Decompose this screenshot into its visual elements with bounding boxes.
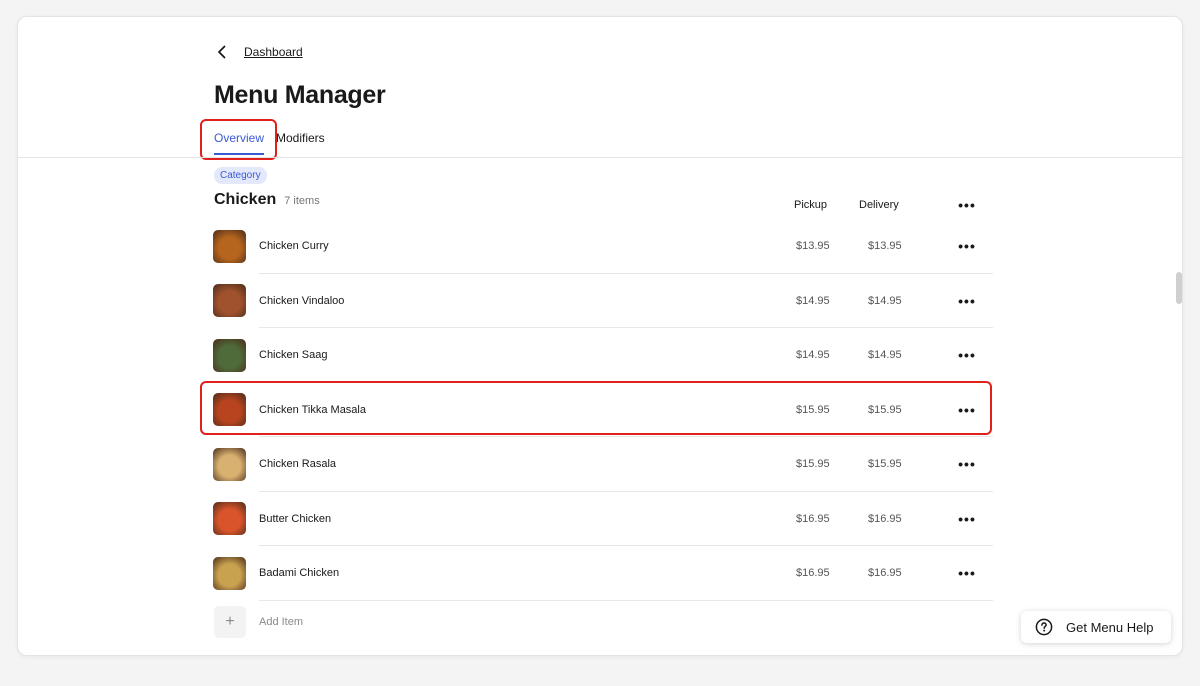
item-more-icon[interactable]: •••	[956, 347, 978, 363]
plus-icon: +	[214, 606, 246, 638]
question-circle-icon	[1035, 618, 1053, 636]
page-title: Menu Manager	[214, 81, 386, 109]
item-pickup-price: $14.95	[796, 294, 830, 307]
item-thumbnail	[213, 284, 246, 318]
item-thumbnail	[213, 393, 246, 427]
item-thumbnail	[213, 502, 246, 536]
item-delivery-price: $15.95	[868, 403, 902, 416]
menu-item-row[interactable]: Badami Chicken $16.95 $16.95 •••	[213, 546, 993, 601]
item-delivery-price: $16.95	[868, 512, 902, 525]
item-thumbnail	[213, 447, 246, 481]
category-more-icon[interactable]: •••	[956, 197, 978, 213]
item-more-icon[interactable]: •••	[956, 565, 978, 581]
item-name: Chicken Curry	[259, 240, 329, 253]
item-more-icon[interactable]: •••	[956, 511, 978, 527]
header-divider	[18, 157, 1182, 158]
item-name: Badami Chicken	[259, 567, 340, 580]
item-thumbnail	[213, 556, 246, 590]
item-delivery-price: $14.95	[868, 349, 902, 362]
column-header-delivery: Delivery	[859, 199, 899, 211]
item-pickup-price: $15.95	[796, 403, 830, 416]
item-name: Chicken Vindaloo	[259, 294, 345, 307]
item-delivery-price: $14.95	[868, 294, 902, 307]
item-delivery-price: $16.95	[868, 567, 902, 580]
breadcrumb-dashboard-link[interactable]: Dashboard	[244, 45, 303, 59]
menu-item-row[interactable]: Chicken Saag $14.95 $14.95 •••	[213, 328, 993, 383]
scrollbar-thumb[interactable]	[1176, 272, 1182, 304]
menu-manager-window: Dashboard Menu Manager Overview Modifier…	[17, 16, 1183, 656]
item-pickup-price: $13.95	[796, 240, 830, 253]
item-pickup-price: $16.95	[796, 567, 830, 580]
item-name: Chicken Tikka Masala	[259, 403, 366, 416]
item-more-icon[interactable]: •••	[956, 293, 978, 309]
menu-item-row[interactable]: Chicken Vindaloo $14.95 $14.95 •••	[213, 274, 993, 329]
help-label: Get Menu Help	[1066, 619, 1154, 635]
item-more-icon[interactable]: •••	[956, 402, 978, 418]
category-badge: Category	[214, 167, 267, 184]
item-more-icon[interactable]: •••	[956, 456, 978, 472]
menu-item-row[interactable]: Chicken Curry $13.95 $13.95 •••	[213, 219, 993, 274]
add-item-button[interactable]: + Add Item	[214, 606, 303, 638]
item-name: Chicken Saag	[259, 349, 328, 362]
menu-item-row[interactable]: Chicken Tikka Masala $15.95 $15.95 •••	[213, 383, 993, 438]
add-item-label: Add Item	[259, 616, 304, 628]
item-name: Chicken Rasala	[259, 458, 337, 471]
menu-item-row[interactable]: Chicken Rasala $15.95 $15.95 •••	[213, 437, 993, 492]
item-name: Butter Chicken	[259, 512, 332, 525]
menu-item-row[interactable]: Butter Chicken $16.95 $16.95 •••	[213, 492, 993, 547]
category-name: Chicken	[214, 191, 277, 208]
back-chevron-icon[interactable]	[214, 44, 230, 60]
get-menu-help-button[interactable]: Get Menu Help	[1021, 611, 1171, 643]
category-item-count: 7 items	[284, 195, 320, 207]
tab-modifiers[interactable]: Modifiers	[276, 131, 325, 155]
item-pickup-price: $16.95	[796, 512, 830, 525]
tab-bar: Overview Modifiers	[214, 131, 325, 155]
item-pickup-price: $15.95	[796, 458, 830, 471]
item-delivery-price: $15.95	[868, 458, 902, 471]
item-more-icon[interactable]: •••	[956, 238, 978, 254]
item-thumbnail	[213, 338, 246, 372]
item-delivery-price: $13.95	[868, 240, 902, 253]
category-header: Chicken 7 items	[214, 191, 320, 209]
item-pickup-price: $14.95	[796, 349, 830, 362]
menu-item-list: Chicken Curry $13.95 $13.95 ••• Chicken …	[213, 219, 993, 601]
tab-overview[interactable]: Overview	[214, 131, 264, 155]
item-thumbnail	[213, 229, 246, 263]
breadcrumb: Dashboard	[214, 44, 303, 60]
column-header-pickup: Pickup	[794, 199, 828, 211]
